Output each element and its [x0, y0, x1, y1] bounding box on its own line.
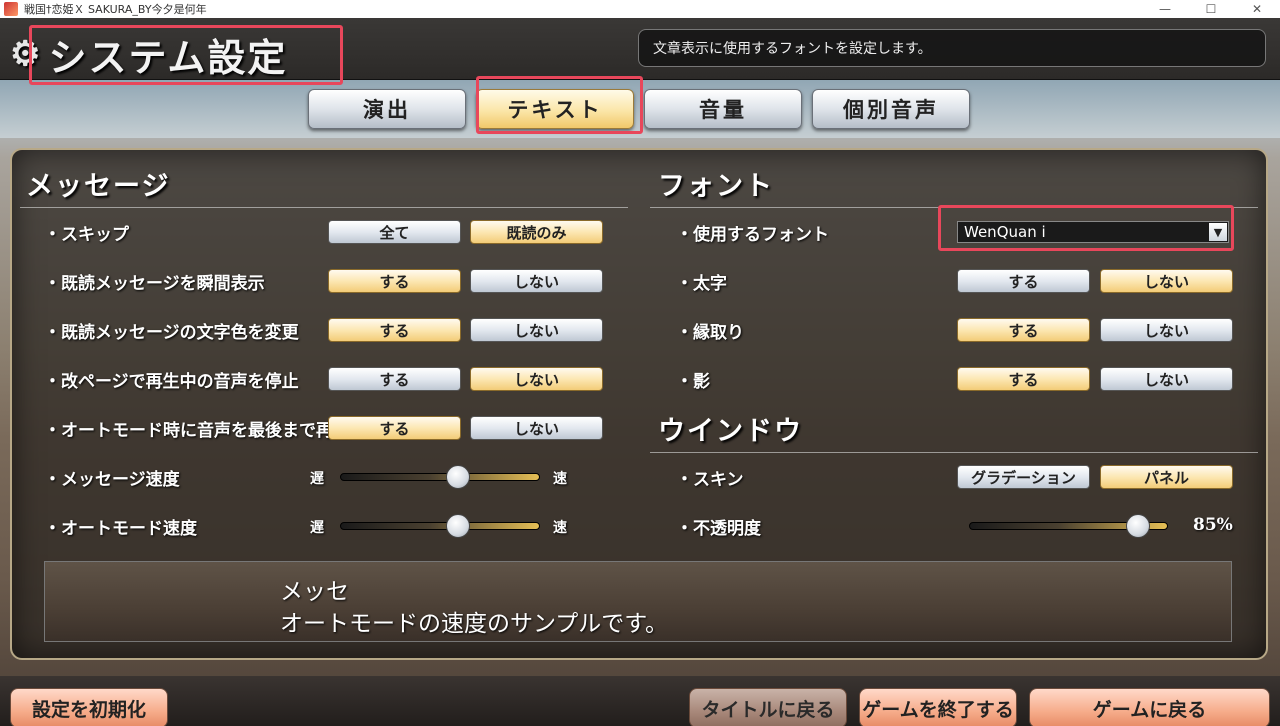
opacity-thumb[interactable] [1126, 514, 1151, 538]
window-section-divider [650, 452, 1258, 453]
skip-read-only-button[interactable]: 既読のみ [470, 220, 603, 244]
shadow-label: ・影 [676, 372, 710, 392]
outline-label: ・縁取り [676, 323, 744, 343]
minimize-icon[interactable]: — [1142, 0, 1188, 18]
page-title: システム設定 [48, 34, 288, 80]
close-icon[interactable]: ✕ [1234, 0, 1280, 18]
read-color-label: ・既読メッセージの文字色を変更 [44, 323, 299, 343]
window-section-title: ウインドウ [658, 416, 803, 447]
skin-panel-button[interactable]: パネル [1100, 465, 1233, 489]
stop-voice-on-button[interactable]: する [328, 367, 461, 391]
reset-settings-button[interactable]: 設定を初期化 [10, 688, 168, 726]
message-speed-slider[interactable] [340, 473, 540, 481]
auto-speed-slow-label: 遅 [310, 520, 324, 536]
auto-speed-thumb[interactable] [446, 514, 470, 538]
gear-icon: ⚙ [10, 34, 43, 74]
instant-read-off-button[interactable]: しない [470, 269, 603, 293]
opacity-label: ・不透明度 [676, 519, 761, 539]
app-icon [4, 2, 18, 16]
message-section-divider [20, 207, 628, 208]
skip-all-button[interactable]: 全て [328, 220, 461, 244]
description-box: 文章表示に使用するフォントを設定します。 [638, 29, 1266, 67]
tab-individual-voice[interactable]: 個別音声 [812, 89, 970, 129]
auto-voice-label: ・オートモード時に音声を最後まで再生 [44, 421, 350, 441]
outline-off-button[interactable]: しない [1100, 318, 1233, 342]
page-title-area: ⚙ システム設定 [10, 26, 287, 82]
bold-label: ・太字 [676, 274, 727, 294]
read-color-on-button[interactable]: する [328, 318, 461, 342]
stop-voice-label: ・改ページで再生中の音声を停止 [44, 372, 299, 392]
instant-read-label: ・既読メッセージを瞬間表示 [44, 274, 265, 294]
auto-voice-on-button[interactable]: する [328, 416, 461, 440]
window-title: 戦国†恋姫Ｘ SAKURA_BY今夕是何年 [24, 3, 207, 16]
background-sky [0, 78, 1280, 138]
tab-volume[interactable]: 音量 [644, 89, 802, 129]
shadow-on-button[interactable]: する [957, 367, 1090, 391]
tab-text[interactable]: テキスト [476, 89, 634, 129]
auto-voice-off-button[interactable]: しない [470, 416, 603, 440]
font-select[interactable]: WenQuan i ▼ [957, 221, 1229, 243]
auto-speed-fast-label: 速 [553, 520, 567, 536]
maximize-icon[interactable]: ☐ [1188, 0, 1234, 18]
stop-voice-off-button[interactable]: しない [470, 367, 603, 391]
instant-read-on-button[interactable]: する [328, 269, 461, 293]
font-section-divider [650, 207, 1258, 208]
preview-speaker-name: メッセ [280, 579, 349, 605]
font-select-label: ・使用するフォント [676, 225, 829, 245]
outline-on-button[interactable]: する [957, 318, 1090, 342]
skin-gradation-button[interactable]: グラデーション [957, 465, 1090, 489]
dropdown-arrow-icon[interactable]: ▼ [1209, 223, 1227, 241]
opacity-value: 85% [1193, 515, 1233, 535]
skin-label: ・スキン [676, 470, 744, 490]
shadow-off-button[interactable]: しない [1100, 367, 1233, 391]
message-section-title: メッセージ [26, 171, 171, 202]
return-to-game-button[interactable]: ゲームに戻る [1029, 688, 1270, 726]
auto-speed-slider[interactable] [340, 522, 540, 530]
bold-on-button[interactable]: する [957, 269, 1090, 293]
read-color-off-button[interactable]: しない [470, 318, 603, 342]
skip-label: ・スキップ [44, 225, 129, 245]
message-speed-fast-label: 速 [553, 471, 567, 487]
message-speed-thumb[interactable] [446, 465, 470, 489]
preview-message-text: オートモードの速度のサンプルです。 [280, 611, 669, 637]
auto-speed-label: ・オートモード速度 [44, 519, 197, 539]
back-to-title-button[interactable]: タイトルに戻る [689, 688, 847, 726]
message-speed-slow-label: 遅 [310, 471, 324, 487]
font-section-title: フォント [658, 171, 774, 202]
quit-game-button[interactable]: ゲームを終了する [859, 688, 1017, 726]
font-select-value: WenQuan i [964, 223, 1046, 241]
bold-off-button[interactable]: しない [1100, 269, 1233, 293]
tab-enshutsu[interactable]: 演出 [308, 89, 466, 129]
window-titlebar: 戦国†恋姫Ｘ SAKURA_BY今夕是何年 — ☐ ✕ [0, 0, 1280, 18]
message-speed-label: ・メッセージ速度 [44, 470, 180, 490]
